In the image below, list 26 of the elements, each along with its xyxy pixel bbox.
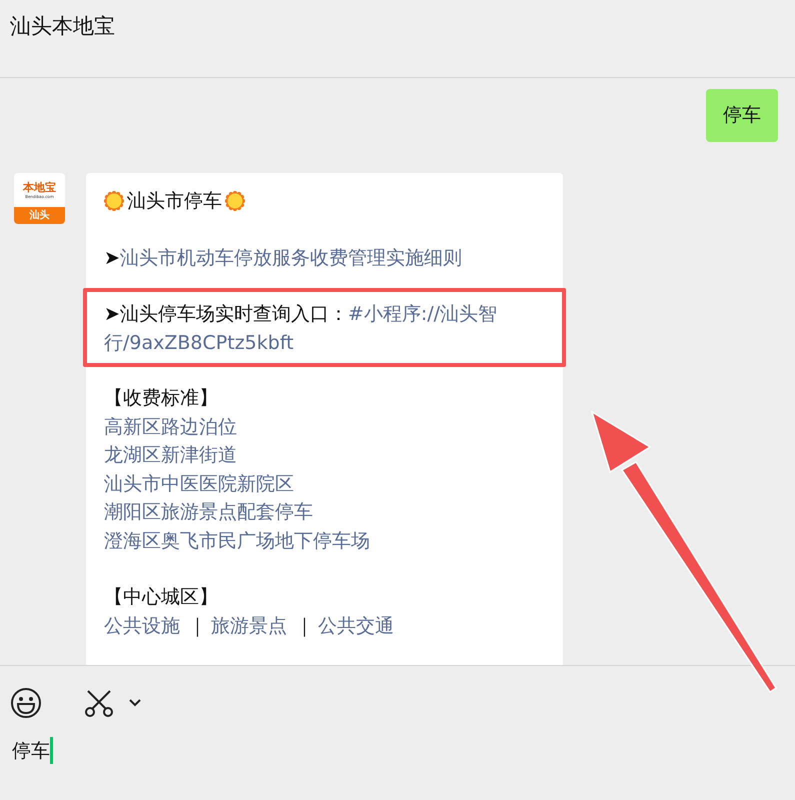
entry-text[interactable]: ➤汕头停车场实时查询入口：#小程序://汕头智行/9axZB8CPtz5kbft (104, 300, 545, 357)
link[interactable]: 潮阳区旅游景点配套停车 (104, 501, 313, 523)
message-input[interactable]: 停车 (12, 737, 53, 765)
separator: ｜ (295, 614, 314, 636)
link[interactable]: 汕头市机动车停放服务收费管理实施细则 (120, 246, 462, 268)
logo-text: 汕头 (14, 207, 65, 224)
link[interactable]: 汕头市中医医院新院区 (104, 472, 294, 494)
chevron-down-icon[interactable] (128, 698, 142, 708)
emoji-icon[interactable] (10, 687, 42, 719)
separator: ｜ (188, 614, 207, 636)
section-heading: 【收费标准】 (104, 386, 219, 411)
link[interactable]: 澄海区奥飞市民广场地下停车场 (104, 530, 370, 552)
arrow-marker: ➤ (104, 246, 120, 268)
window-title: 汕头本地宝 (10, 13, 115, 40)
sent-message: 停车 (706, 89, 778, 142)
sun-icon (225, 191, 245, 212)
sun-icon (104, 191, 124, 212)
link[interactable]: 旅游景点 (211, 614, 287, 636)
link[interactable]: 龙湖区新津街道 (104, 444, 237, 466)
link[interactable]: 公共交通 (318, 614, 394, 636)
section-heading: 【中心城区】 (104, 585, 219, 610)
link[interactable]: 公共设施 (104, 614, 180, 636)
link[interactable]: 高新区路边泊位 (104, 416, 237, 438)
scissors-icon[interactable] (84, 689, 114, 717)
card-title-text: 汕头市停车 (127, 189, 222, 214)
logo-text: 本地宝 (23, 182, 56, 194)
